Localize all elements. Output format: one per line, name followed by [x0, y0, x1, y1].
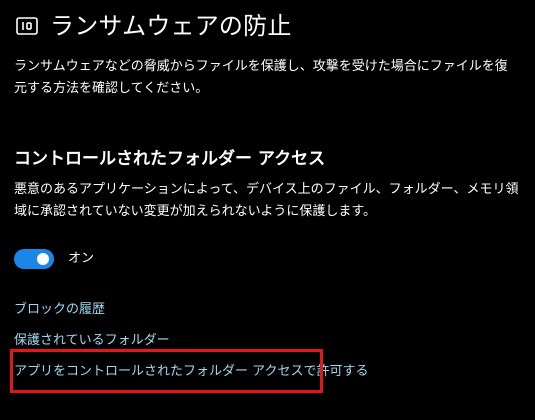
- page-header: ランサムウェアの防止: [14, 6, 292, 46]
- protected-folders-link[interactable]: 保護されているフォルダー: [14, 331, 170, 351]
- allow-app-link[interactable]: アプリをコントロールされたフォルダー アクセスで許可する: [14, 362, 368, 382]
- toggle-state-label: オン: [68, 251, 95, 266]
- block-history-link[interactable]: ブロックの履歴: [14, 300, 105, 320]
- controlled-folder-access-heading: コントロールされたフォルダー アクセス: [14, 149, 326, 169]
- controlled-folder-access-toggle[interactable]: [14, 249, 54, 269]
- controlled-folder-access-description: 悪意のあるアプリケーションによって、デバイス上のファイル、フォルダー、メモリ領域…: [14, 182, 519, 219]
- toggle-knob: [37, 253, 49, 265]
- ransomware-protection-icon: [14, 13, 40, 39]
- controlled-folder-access-toggle-row: オン: [14, 248, 94, 270]
- intro-text: ランサムウェアなどの脅威からファイルを保護し、攻撃を受けた場合にファイルを復元す…: [14, 59, 508, 96]
- page-title: ランサムウェアの防止: [50, 12, 292, 40]
